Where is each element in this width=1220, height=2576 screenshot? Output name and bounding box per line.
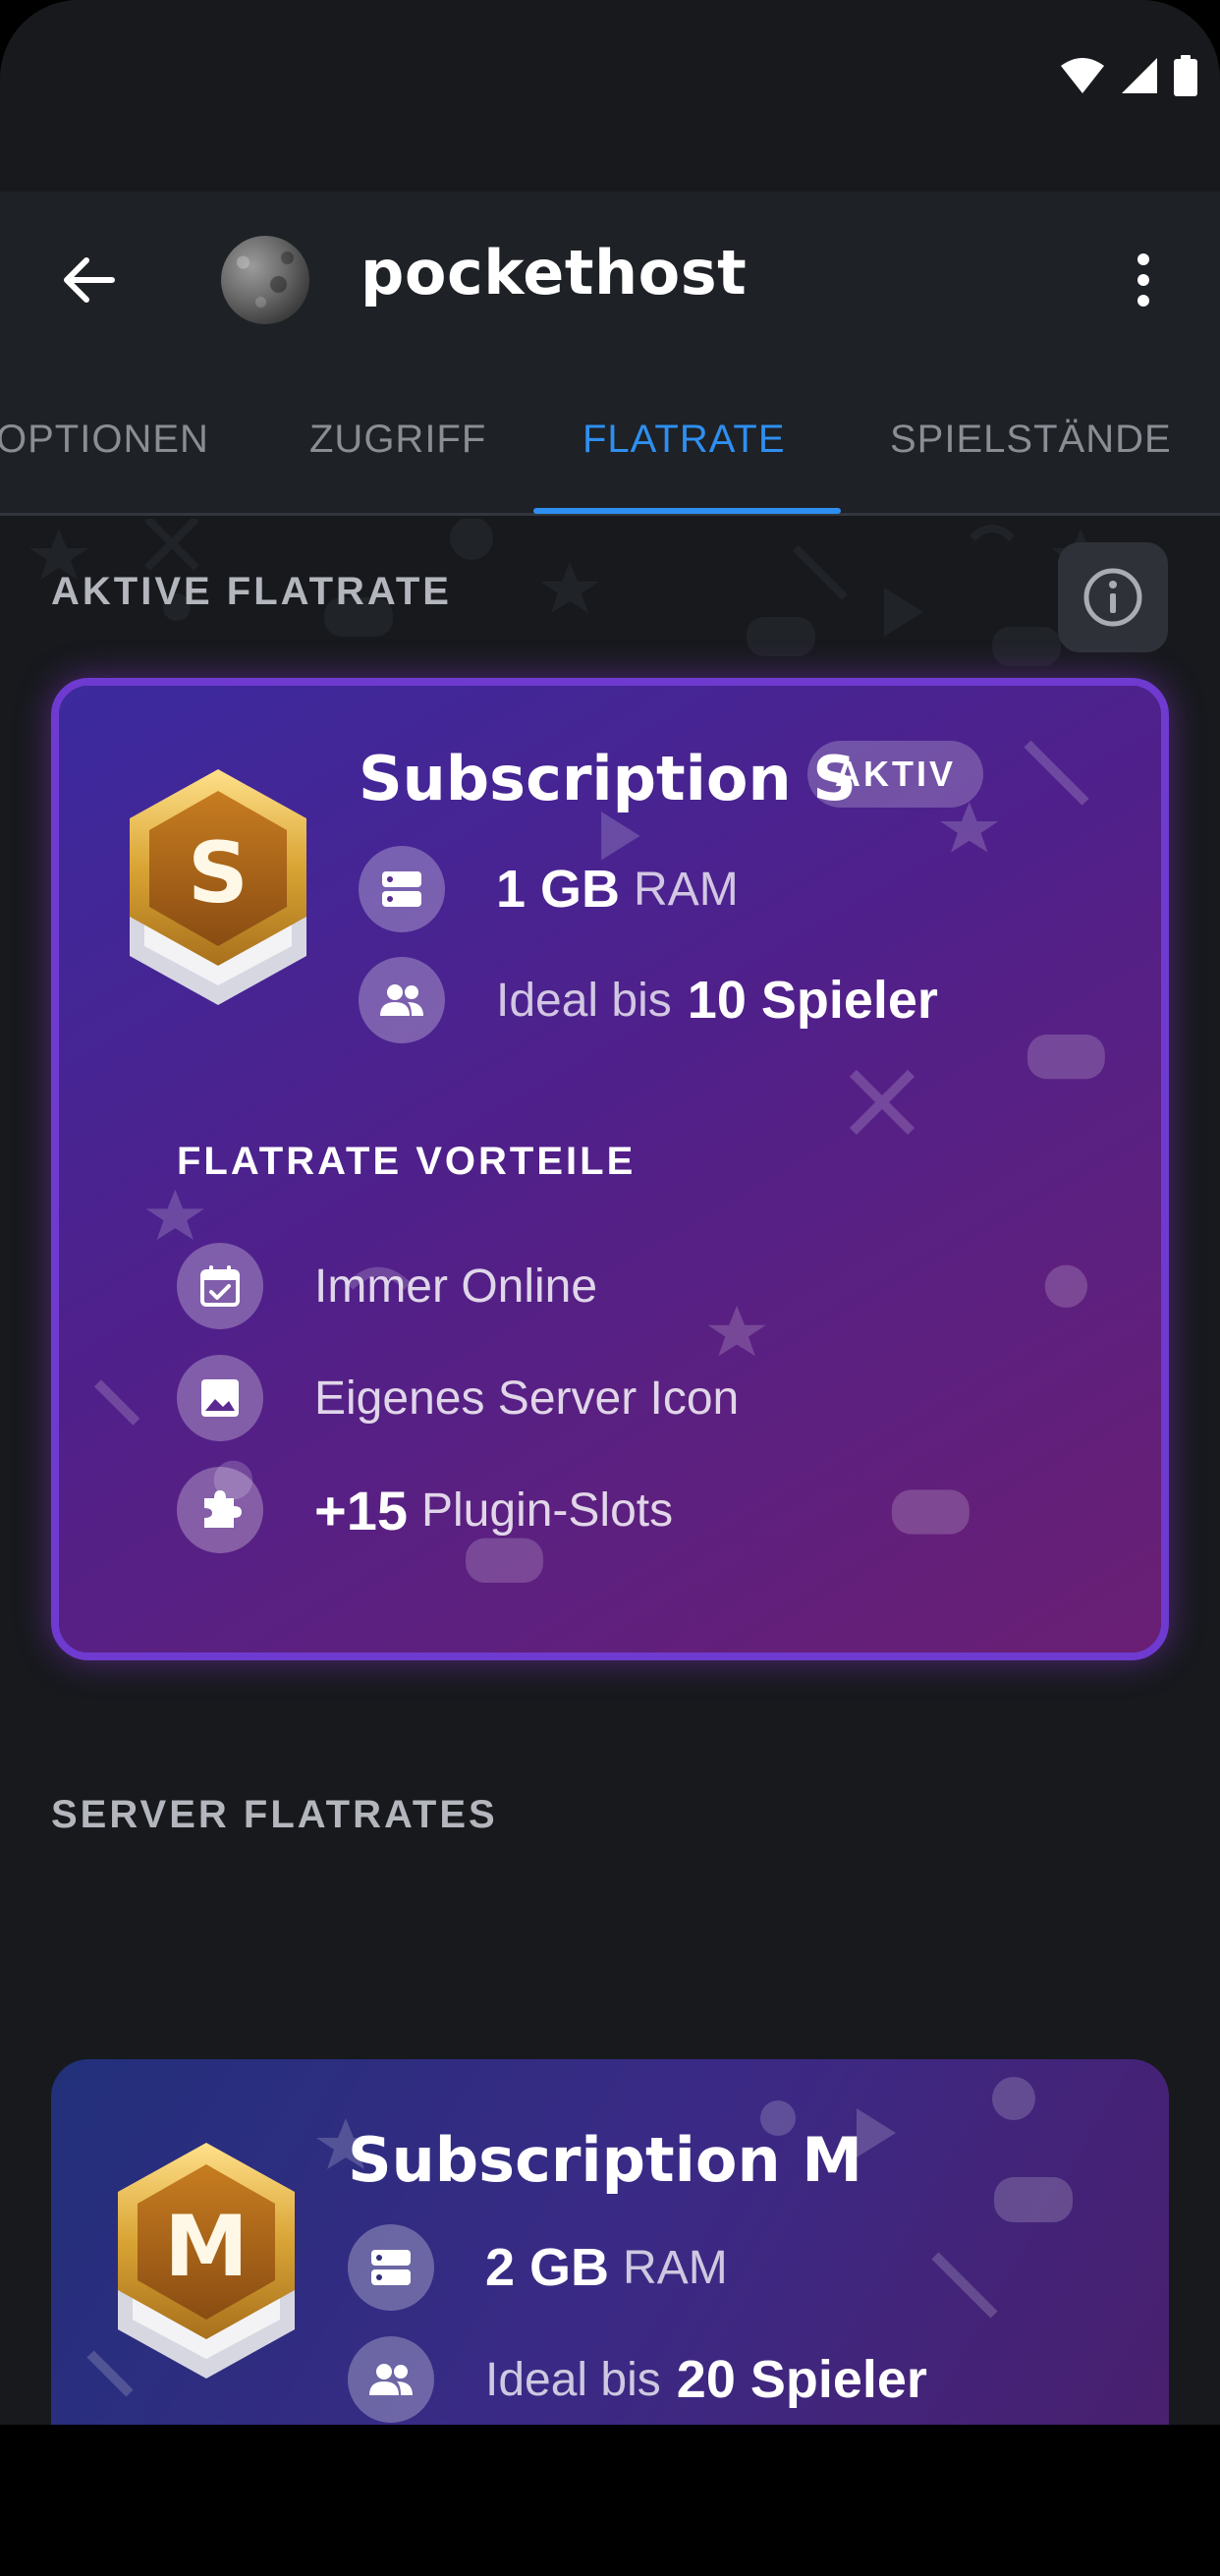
tab-optionen[interactable]: OPTIONEN <box>0 418 209 462</box>
overflow-menu-button[interactable] <box>1104 241 1183 319</box>
tab-zugriff[interactable]: ZUGRIFF <box>309 418 486 462</box>
benefit-text: Eigenes Server Icon <box>314 1372 740 1425</box>
ram-unit: RAM <box>623 2241 728 2294</box>
storage-icon <box>348 2224 434 2311</box>
ram-value: 1 GB <box>496 860 621 919</box>
status-badge: AKTIV <box>807 741 983 808</box>
puzzle-icon <box>177 1467 263 1553</box>
svg-text:M: M <box>164 2198 249 2296</box>
app-title: pockethost <box>360 237 748 308</box>
hexagon-badge-icon: S <box>130 769 306 1005</box>
screen: pockethost OPTIONEN ZUGRIFF FLATRATE SPI… <box>0 0 1220 2425</box>
benefit-plugin-slots: +15 Plugin-Slots <box>177 1467 673 1553</box>
content: AKTIVE FLATRATE S Subscription S AKTIV 1… <box>0 519 1220 2425</box>
benefit-text: Immer Online <box>314 1260 598 1313</box>
subscription-s-badge: S <box>120 769 316 1005</box>
navigation-bar-area <box>0 2425 1220 2576</box>
active-plan-card[interactable]: S Subscription S AKTIV 1 GB RAM Ideal bi… <box>51 678 1169 1660</box>
wifi-icon <box>1061 58 1104 93</box>
ram-unit: RAM <box>634 863 739 916</box>
players-row: Ideal bis 20 Spieler <box>348 2336 927 2423</box>
storage-icon <box>359 846 445 932</box>
server-avatar[interactable] <box>221 236 309 324</box>
people-icon <box>348 2336 434 2423</box>
people-icon <box>359 957 445 1043</box>
arrow-back-icon <box>64 257 115 303</box>
plugin-label: Plugin-Slots <box>421 1484 674 1537</box>
players-prefix: Ideal bis <box>485 2353 661 2406</box>
image-icon <box>177 1355 263 1441</box>
tab-spielstaende[interactable]: SPIELSTÄNDE <box>890 418 1172 462</box>
server-flatrates-label: SERVER FLATRATES <box>51 1793 498 1836</box>
plan-card-m[interactable]: M Subscription M 2 GB RAM Ideal bis 20 S… <box>51 2059 1169 2425</box>
tab-flatrate[interactable]: FLATRATE <box>582 418 786 462</box>
tab-bar: OPTIONEN ZUGRIFF FLATRATE SPIELSTÄNDE <box>0 368 1220 516</box>
info-button[interactable] <box>1058 542 1168 652</box>
plan-title: Subscription S <box>359 743 857 814</box>
players-row: Ideal bis 10 Spieler <box>359 957 938 1043</box>
subscription-m-badge: M <box>108 2143 305 2379</box>
more-vert-icon <box>1137 253 1149 307</box>
plan-title: Subscription M <box>348 2124 862 2196</box>
ram-row: 2 GB RAM <box>348 2224 728 2311</box>
benefits-label: FLATRATE VORTEILE <box>177 1140 637 1183</box>
svg-text:S: S <box>188 824 249 923</box>
signal-icon <box>1122 58 1157 93</box>
plugin-count: +15 <box>314 1479 408 1541</box>
hexagon-badge-icon: M <box>118 2143 295 2379</box>
back-button[interactable] <box>49 241 128 319</box>
players-value: 10 Spieler <box>687 971 938 1030</box>
ram-value: 2 GB <box>485 2238 610 2297</box>
ram-row: 1 GB RAM <box>359 846 739 932</box>
info-icon <box>1083 568 1142 627</box>
benefit-always-online: Immer Online <box>177 1243 597 1329</box>
app-bar: pockethost <box>0 192 1220 368</box>
battery-icon <box>1174 55 1197 96</box>
benefit-server-icon: Eigenes Server Icon <box>177 1355 739 1441</box>
tab-indicator <box>533 508 841 514</box>
players-value: 20 Spieler <box>676 2350 927 2409</box>
calendar-check-icon <box>177 1243 263 1329</box>
status-bar <box>0 0 1220 192</box>
players-prefix: Ideal bis <box>496 974 672 1027</box>
active-flatrate-label: AKTIVE FLATRATE <box>51 570 452 613</box>
status-icons <box>1059 55 1198 96</box>
